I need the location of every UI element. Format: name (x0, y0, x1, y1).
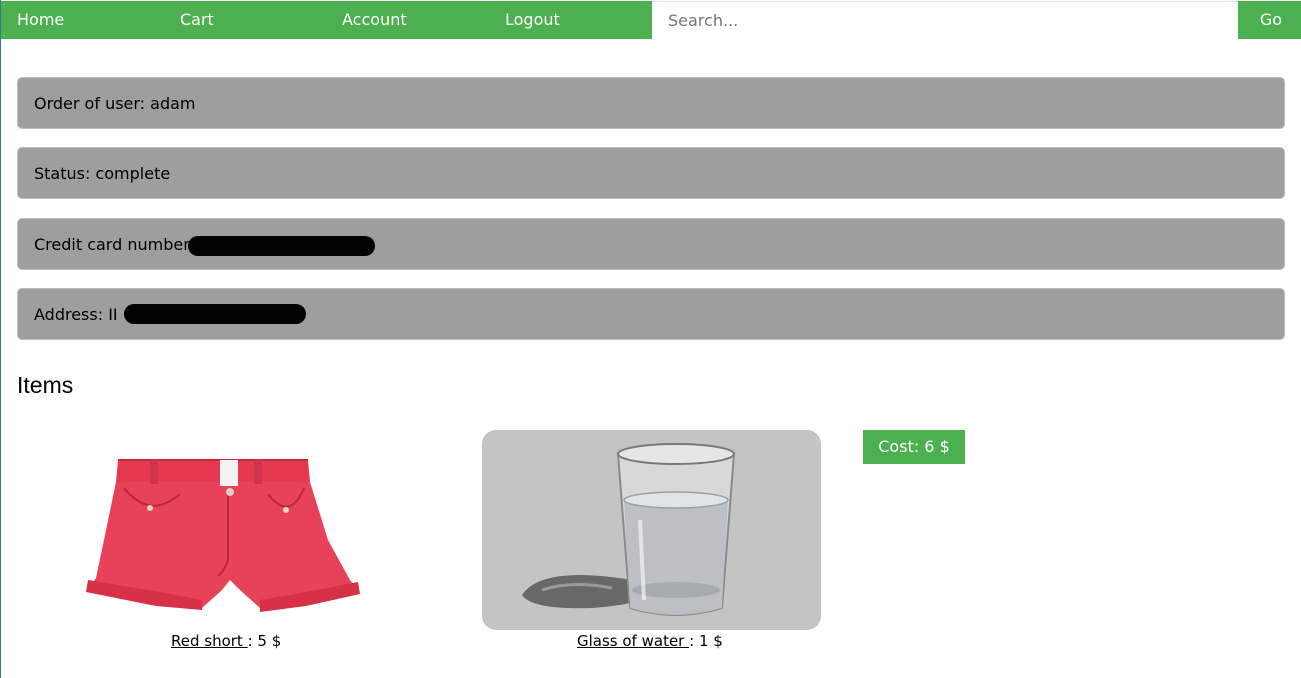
order-user-panel: Order of user: adam (17, 77, 1285, 129)
credit-card-panel: Credit card number: (17, 218, 1285, 270)
glass-of-water-price: : 1 $ (689, 632, 723, 650)
nav-logout-link[interactable]: Logout (505, 1, 560, 39)
nav-home-link[interactable]: Home (17, 1, 64, 39)
credit-card-redaction (188, 236, 375, 256)
left-edge-line (0, 0, 1, 678)
search-container (652, 1, 1238, 39)
items-heading: Items (17, 372, 74, 398)
glass-of-water-image[interactable] (482, 430, 821, 630)
address-panel: Address: II (17, 288, 1285, 340)
order-user-text: Order of user: adam (34, 94, 196, 113)
glass-of-water-link[interactable]: Glass of water (577, 632, 689, 650)
search-input[interactable] (652, 2, 1238, 39)
red-short-image[interactable] (60, 430, 400, 630)
order-status-panel: Status: complete (17, 147, 1285, 199)
address-label: Address: II (34, 305, 118, 324)
red-short-link[interactable]: Red short (171, 632, 248, 650)
glass-of-water-caption: Glass of water : 1 $ (577, 631, 723, 651)
red-short-price: : 5 $ (247, 632, 282, 650)
cost-badge: Cost: 6 $ (863, 430, 965, 464)
credit-card-label: Credit card number: (34, 235, 195, 254)
top-navbar: Home Cart Account Logout Go (1, 1, 1301, 39)
address-redaction (124, 304, 306, 324)
nav-cart-link[interactable]: Cart (180, 1, 214, 39)
order-status-text: Status: complete (34, 164, 171, 183)
nav-account-link[interactable]: Account (342, 1, 407, 39)
go-button[interactable]: Go (1238, 1, 1301, 39)
red-short-caption: Red short : 5 $ (171, 631, 281, 651)
